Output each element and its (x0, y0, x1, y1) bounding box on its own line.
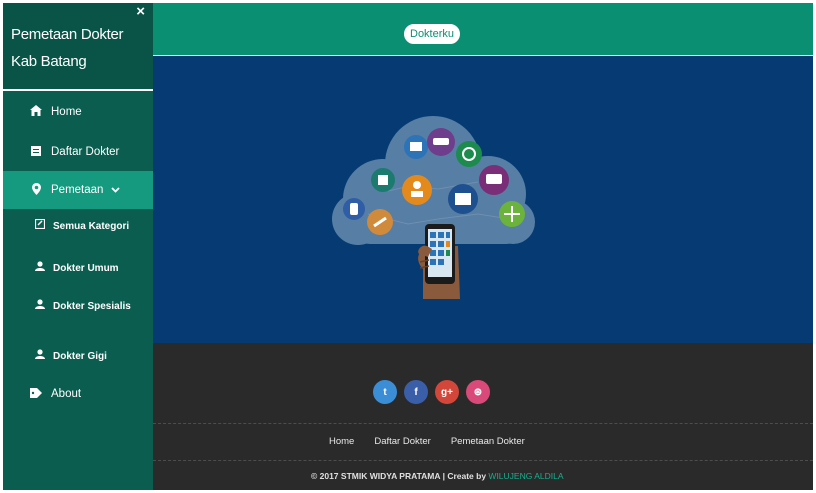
sidebar-item-home[interactable]: Home (3, 91, 153, 133)
close-icon[interactable]: × (136, 4, 145, 20)
sidebar-subitem-dokter-spesialis[interactable]: Dokter Spesialis (3, 295, 153, 345)
sidebar-menu: Home Daftar Dokter Pemetaan Semua Katego… (3, 91, 153, 413)
sidebar-item-label: Home (51, 106, 82, 118)
footer-link-pemetaan-dokter[interactable]: Pemetaan Dokter (451, 436, 525, 447)
user-icon (35, 299, 47, 312)
sidebar-item-daftar-dokter[interactable]: Daftar Dokter (3, 133, 153, 171)
dribbble-icon[interactable]: ⊛ (466, 380, 490, 404)
sidebar-item-label: Daftar Dokter (51, 146, 120, 158)
author-link[interactable]: WILUJENG ALDILA (488, 471, 563, 481)
list-icon (29, 145, 43, 159)
sidebar-item-about[interactable]: About (3, 375, 153, 413)
sidebar-subitem-label: Semua Kategori (53, 221, 130, 232)
cloud-mobile-illustration (332, 116, 535, 299)
sidebar-subitem-dokter-gigi[interactable]: Dokter Gigi (3, 345, 153, 375)
twitter-icon[interactable]: t (373, 380, 397, 404)
site-logo[interactable]: Dokterku (403, 23, 462, 45)
sidebar: Pemetaan Dokter Kab Batang × Home Daftar… (3, 3, 153, 490)
sidebar-brand: Pemetaan Dokter Kab Batang × (3, 3, 153, 91)
googleplus-icon[interactable]: g+ (435, 380, 459, 404)
sidebar-subitem-label: Dokter Spesialis (53, 301, 131, 312)
hero-banner (153, 56, 813, 343)
tag-icon (29, 387, 43, 401)
footer-link-home[interactable]: Home (329, 436, 354, 447)
footer-link-daftar-dokter[interactable]: Daftar Dokter (374, 436, 431, 447)
user-icon (35, 261, 47, 274)
sidebar-subitem-label: Dokter Gigi (53, 351, 107, 362)
app-frame: Pemetaan Dokter Kab Batang × Home Daftar… (3, 3, 813, 490)
sidebar-item-pemetaan[interactable]: Pemetaan (3, 171, 153, 209)
user-icon (35, 349, 47, 362)
footer-divider (153, 423, 813, 424)
sidebar-subitem-dokter-umum[interactable]: Dokter Umum (3, 253, 153, 295)
brand-title: Pemetaan Dokter Kab Batang (11, 26, 124, 70)
footer-nav: Home Daftar Dokter Pemetaan Dokter (329, 436, 525, 447)
footer-divider (153, 460, 813, 461)
top-header: Dokterku (153, 3, 813, 56)
social-links: t f g+ ⊛ (373, 380, 490, 404)
chevron-down-icon (111, 184, 121, 196)
copyright: © 2017 STMIK WIDYA PRATAMA | Create by W… (311, 471, 564, 481)
home-icon (29, 105, 43, 119)
map-pin-icon (29, 182, 43, 198)
sidebar-item-label: About (51, 388, 82, 400)
site-footer: t f g+ ⊛ Home Daftar Dokter Pemetaan Dok… (153, 343, 813, 490)
copyright-text: © 2017 STMIK WIDYA PRATAMA | Create by (311, 471, 489, 481)
sidebar-subitem-label: Dokter Umum (53, 263, 119, 274)
sidebar-item-label: Pemetaan (51, 184, 104, 196)
facebook-icon[interactable]: f (404, 380, 428, 404)
sidebar-subitem-semua-kategori[interactable]: Semua Kategori (3, 209, 153, 253)
edit-icon (34, 218, 47, 232)
